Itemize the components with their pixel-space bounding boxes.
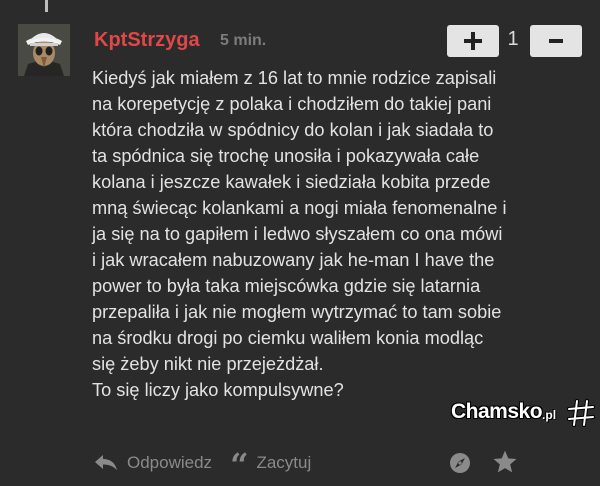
avatar-image bbox=[18, 24, 70, 76]
reply-label: Odpowiedz bbox=[127, 453, 213, 472]
quote-label: Zacytuj bbox=[256, 453, 312, 472]
watermark-suffix: .pl bbox=[542, 408, 557, 422]
downvote-button[interactable] bbox=[530, 25, 582, 57]
reply-arrow-icon bbox=[95, 455, 117, 470]
watermark-text: Chamsko bbox=[451, 400, 543, 423]
comment-actions: Odpowiedz “ Zacytuj bbox=[94, 450, 311, 476]
compass-icon[interactable] bbox=[448, 451, 472, 475]
thread-line bbox=[45, 0, 48, 12]
comment-time: 5 min. bbox=[220, 32, 267, 49]
star-icon[interactable] bbox=[492, 449, 518, 475]
upvote-button[interactable] bbox=[447, 25, 499, 57]
comment-text: Kiedyś jak miałem z 16 lat to mnie rodzi… bbox=[92, 68, 507, 400]
quote-button[interactable]: “ Zacytuj bbox=[230, 452, 311, 474]
comment-author[interactable]: KptStrzyga bbox=[94, 29, 200, 52]
avatar[interactable] bbox=[18, 24, 70, 76]
vote-count: 1 bbox=[507, 28, 519, 50]
reply-button[interactable]: Odpowiedz bbox=[94, 453, 212, 473]
watermark: Chamsko .pl bbox=[451, 400, 556, 424]
quote-icon: “ bbox=[230, 452, 249, 474]
hash-icon bbox=[567, 399, 595, 427]
